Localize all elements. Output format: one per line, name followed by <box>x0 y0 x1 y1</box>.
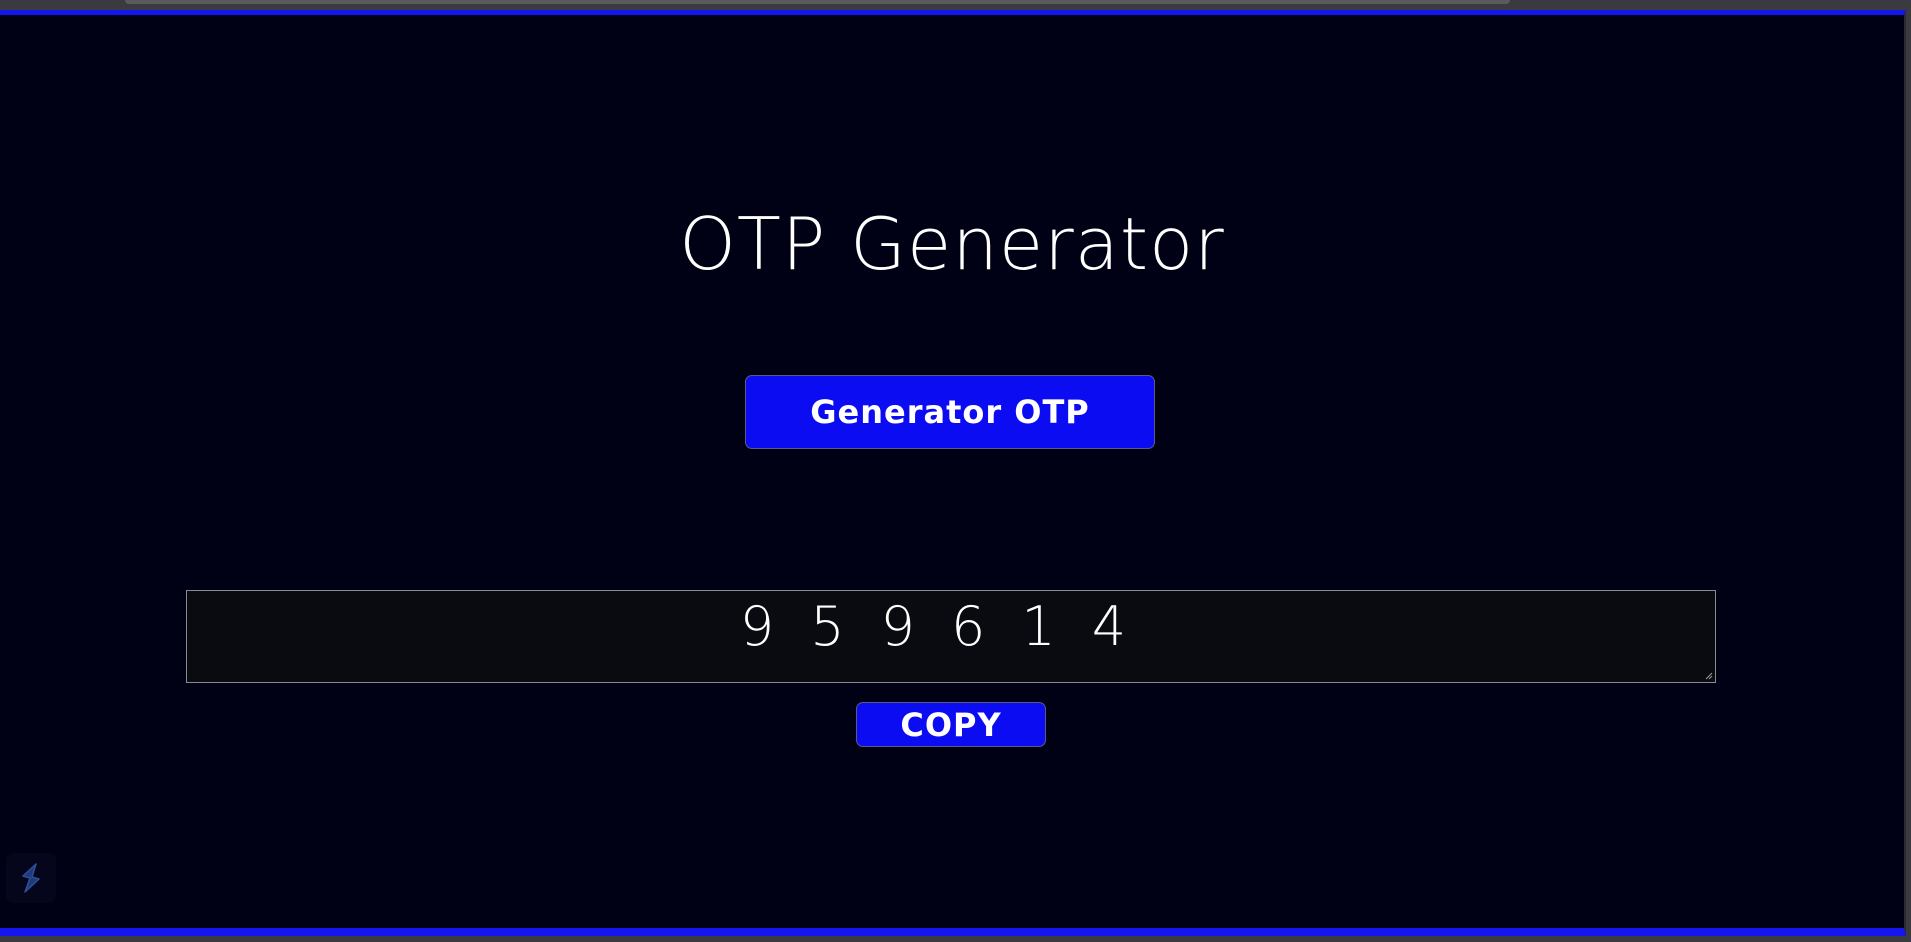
browser-chrome-edge <box>125 0 1510 4</box>
otp-output-field[interactable]: 959614 <box>186 590 1716 683</box>
extension-logo-icon[interactable] <box>6 853 56 903</box>
otp-value: 959614 <box>739 595 1163 658</box>
app-frame: OTP Generator Generator OTP 959614 COPY <box>0 10 1906 936</box>
page-title: OTP Generator <box>679 202 1225 286</box>
resize-handle-icon[interactable] <box>1705 672 1713 680</box>
copy-button[interactable]: COPY <box>856 702 1046 747</box>
generate-otp-button[interactable]: Generator OTP <box>745 375 1155 449</box>
